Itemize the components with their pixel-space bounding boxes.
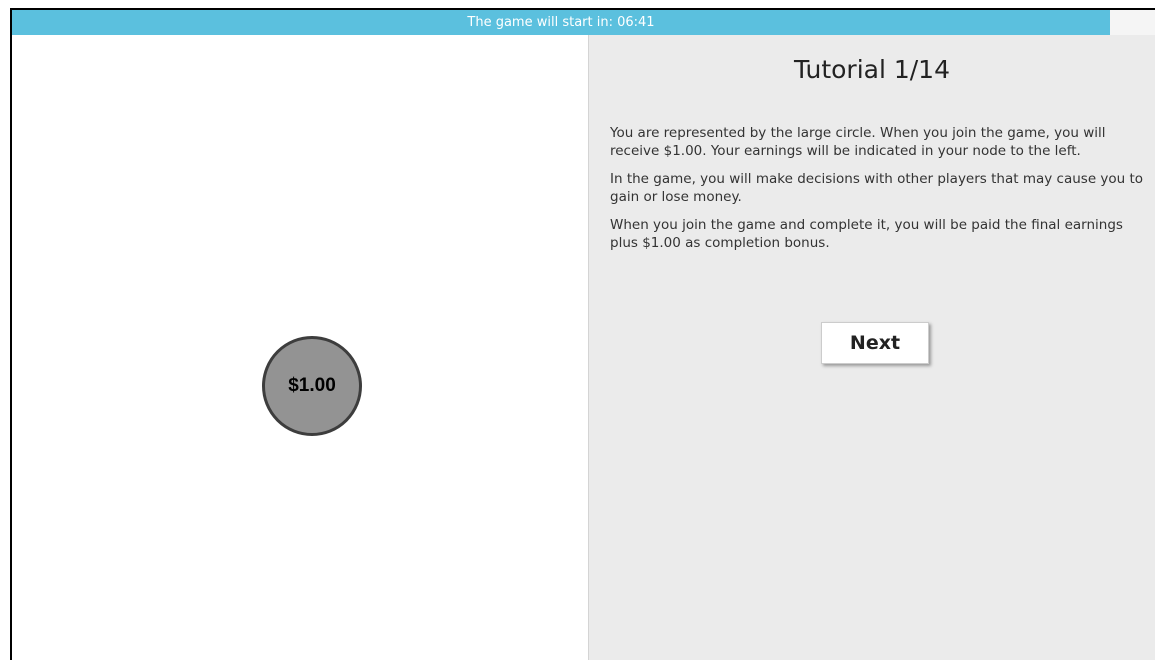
tutorial-panel: Tutorial 1/14 You are represented by the…	[589, 35, 1155, 660]
countdown-progress-bar: The game will start in: 06:41	[12, 10, 1110, 35]
tutorial-title: Tutorial 1/14	[794, 55, 950, 84]
player-node: $1.00	[262, 336, 362, 436]
player-earnings: $1.00	[288, 375, 336, 396]
game-network-area: $1.00	[12, 35, 588, 660]
tutorial-body: You are represented by the large circle.…	[610, 124, 1150, 262]
countdown-text: The game will start in: 06:41	[467, 15, 655, 30]
next-button[interactable]: Next	[821, 322, 929, 364]
countdown-progress-track	[1110, 10, 1155, 35]
tutorial-paragraph: You are represented by the large circle.…	[610, 125, 1106, 159]
game-window: The game will start in: 06:41 $1.00 Tuto…	[0, 0, 1155, 660]
tutorial-paragraph: In the game, you will make decisions wit…	[610, 171, 1144, 205]
tutorial-paragraph: When you join the game and complete it, …	[610, 217, 1123, 251]
